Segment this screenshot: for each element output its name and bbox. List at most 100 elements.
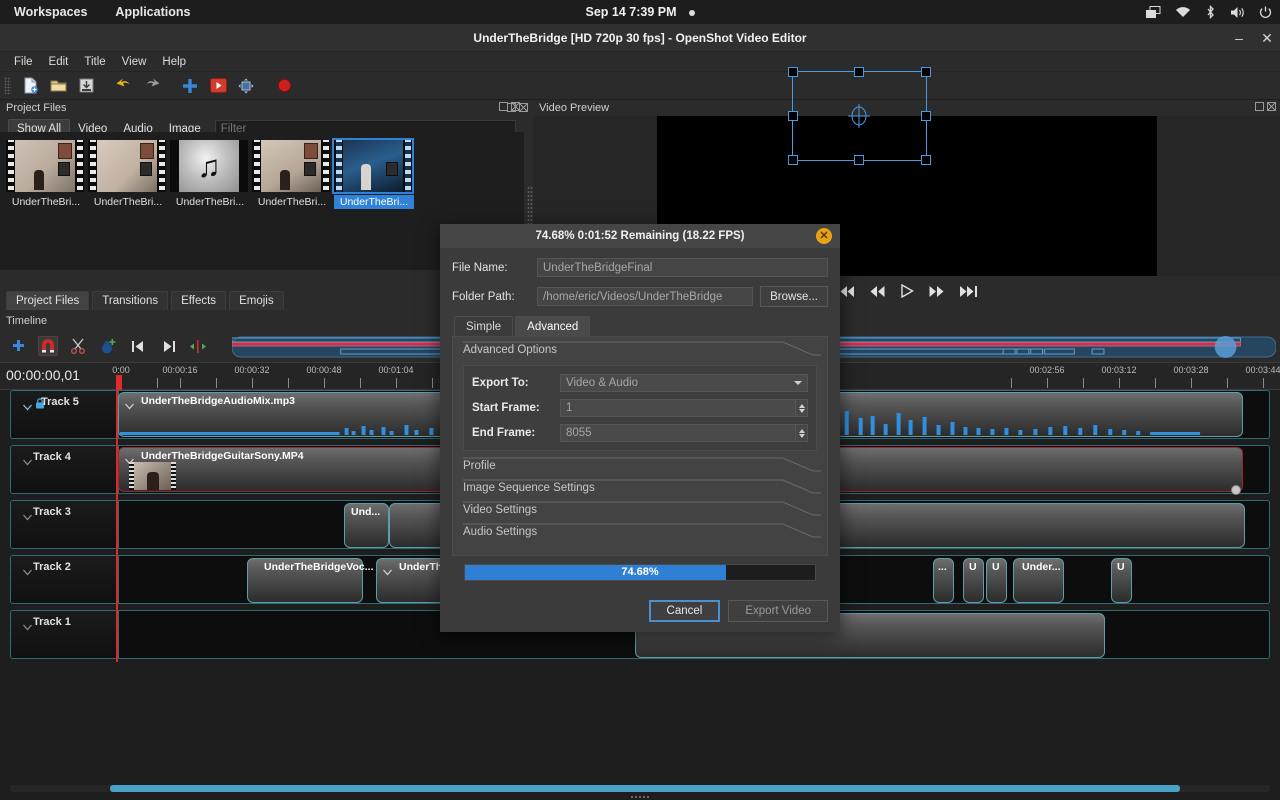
start-frame-input[interactable]: 1 xyxy=(560,399,796,417)
menu-file[interactable]: File xyxy=(6,54,41,70)
close-panel-icon[interactable] xyxy=(1267,102,1276,111)
minimize-button[interactable]: – xyxy=(1232,31,1246,45)
track-header[interactable]: Track 1 xyxy=(11,611,119,658)
playhead-marker[interactable] xyxy=(116,375,122,391)
project-file-item-selected[interactable]: UnderTheBri... xyxy=(332,138,414,209)
volume-icon[interactable] xyxy=(1230,6,1245,19)
browse-button[interactable]: Browse... xyxy=(760,286,828,307)
image-sequence-settings-section[interactable]: Image Sequence Settings xyxy=(453,479,827,501)
timeline-hscrollbar-thumb[interactable] xyxy=(110,785,1180,792)
video-settings-section[interactable]: Video Settings xyxy=(453,501,827,523)
menu-view[interactable]: View xyxy=(114,54,155,70)
timeline-clip[interactable]: Und... xyxy=(344,503,389,548)
add-marker-icon[interactable] xyxy=(98,336,118,356)
tab-simple[interactable]: Simple xyxy=(454,316,514,337)
resize-handle-n[interactable] xyxy=(854,67,864,77)
end-frame-input[interactable]: 8055 xyxy=(560,424,796,442)
center-crosshair-icon[interactable] xyxy=(845,102,873,130)
tab-advanced[interactable]: Advanced xyxy=(515,316,591,337)
track-header[interactable]: Track 5 xyxy=(11,391,119,438)
bluetooth-icon[interactable] xyxy=(1205,5,1216,19)
center-playhead-icon[interactable] xyxy=(188,336,208,356)
tab-transitions[interactable]: Transitions xyxy=(92,291,169,310)
tab-project-files[interactable]: Project Files xyxy=(6,291,90,310)
profile-section[interactable]: Profile xyxy=(453,457,827,479)
menu-help[interactable]: Help xyxy=(154,54,194,70)
file-name-input[interactable] xyxy=(537,258,828,277)
chevron-down-icon[interactable] xyxy=(23,618,32,636)
play-icon[interactable] xyxy=(900,284,914,298)
timeline-clip[interactable]: U xyxy=(963,558,984,603)
os-menu-applications[interactable]: Applications xyxy=(101,0,204,24)
add-track-icon[interactable] xyxy=(8,336,28,356)
project-file-item[interactable]: ♫ UnderTheBri... xyxy=(170,140,250,209)
skip-end-icon[interactable] xyxy=(959,285,977,298)
project-file-item[interactable]: UnderTheBri... xyxy=(6,140,86,209)
close-icon[interactable]: ✕ xyxy=(816,228,832,244)
export-to-select[interactable]: Video & Audio xyxy=(560,374,808,392)
save-project-icon[interactable] xyxy=(75,75,97,97)
toolbar-grip[interactable] xyxy=(4,76,11,95)
cancel-button[interactable]: Cancel xyxy=(648,600,721,622)
close-preview-icon[interactable] xyxy=(519,103,528,112)
razor-tool-icon[interactable] xyxy=(68,336,88,356)
end-frame-stepper[interactable] xyxy=(796,424,808,442)
resize-handle-e[interactable] xyxy=(920,111,931,121)
menu-edit[interactable]: Edit xyxy=(41,54,77,70)
display-icon[interactable] xyxy=(1146,5,1161,19)
wifi-icon[interactable] xyxy=(1175,6,1191,18)
tab-emojis[interactable]: Emojis xyxy=(229,291,284,310)
open-project-icon[interactable] xyxy=(47,75,69,97)
undo-icon[interactable] xyxy=(113,75,135,97)
timeline-clip[interactable]: UnderTheBridgeVoc... xyxy=(247,558,374,603)
clip-volume-handle[interactable] xyxy=(1231,485,1241,495)
float-preview-icon[interactable] xyxy=(507,103,516,112)
project-file-item[interactable]: UnderTheBri... xyxy=(252,140,332,209)
previous-marker-icon[interactable] xyxy=(128,336,148,356)
snapping-magnet-icon[interactable] xyxy=(38,336,58,356)
project-file-item[interactable]: UnderTheBri... xyxy=(88,140,168,209)
fast-forward-icon[interactable] xyxy=(928,285,945,298)
timeline-playhead[interactable] xyxy=(116,390,118,662)
rewind-icon[interactable] xyxy=(869,285,886,298)
export-video-button[interactable]: Export Video xyxy=(728,600,828,622)
resize-handle-s[interactable] xyxy=(854,155,864,165)
export-video-icon[interactable] xyxy=(207,75,229,97)
timeline-hscrollbar[interactable] xyxy=(10,785,1270,792)
next-marker-icon[interactable] xyxy=(158,336,178,356)
record-icon[interactable] xyxy=(273,75,295,97)
timeline-clip[interactable]: Under... xyxy=(1013,558,1064,603)
resize-handle-w[interactable] xyxy=(787,111,798,121)
power-icon[interactable] xyxy=(1259,6,1272,19)
chevron-down-icon[interactable] xyxy=(383,563,392,581)
transform-selection-rect[interactable] xyxy=(787,67,931,165)
os-menu-workspaces[interactable]: Workspaces xyxy=(0,0,101,24)
close-button[interactable]: ✕ xyxy=(1260,31,1274,45)
timeline-clip[interactable]: ... xyxy=(933,558,954,603)
menu-title[interactable]: Title xyxy=(76,54,113,70)
audio-settings-section[interactable]: Audio Settings xyxy=(453,523,827,545)
start-frame-stepper[interactable] xyxy=(796,399,808,417)
resize-handle-ne[interactable] xyxy=(920,67,931,77)
resize-handle-nw[interactable] xyxy=(787,67,798,77)
resize-handle-se[interactable] xyxy=(920,155,931,165)
track-header[interactable]: Track 3 xyxy=(11,501,119,548)
new-project-icon[interactable] xyxy=(19,75,41,97)
resize-handle-sw[interactable] xyxy=(787,155,798,165)
redo-icon[interactable] xyxy=(141,75,163,97)
track-header[interactable]: Track 2 xyxy=(11,556,119,603)
chevron-down-icon[interactable] xyxy=(23,508,32,526)
import-files-icon[interactable] xyxy=(179,75,201,97)
float-panel-icon[interactable] xyxy=(1255,102,1264,111)
track-header[interactable]: Track 4 xyxy=(11,446,119,493)
timeline-clip[interactable]: U xyxy=(986,558,1007,603)
timeline-resize-grip[interactable] xyxy=(630,795,650,799)
timeline-clip[interactable]: U xyxy=(1111,558,1132,603)
chevron-down-icon[interactable] xyxy=(23,398,32,416)
advanced-options-section[interactable]: Advanced Options xyxy=(453,341,827,363)
tab-effects[interactable]: Effects xyxy=(171,291,227,310)
chevron-down-icon[interactable] xyxy=(23,563,32,581)
chevron-down-icon[interactable] xyxy=(23,453,32,471)
folder-path-input[interactable] xyxy=(537,287,754,306)
fullscreen-icon[interactable] xyxy=(235,75,257,97)
